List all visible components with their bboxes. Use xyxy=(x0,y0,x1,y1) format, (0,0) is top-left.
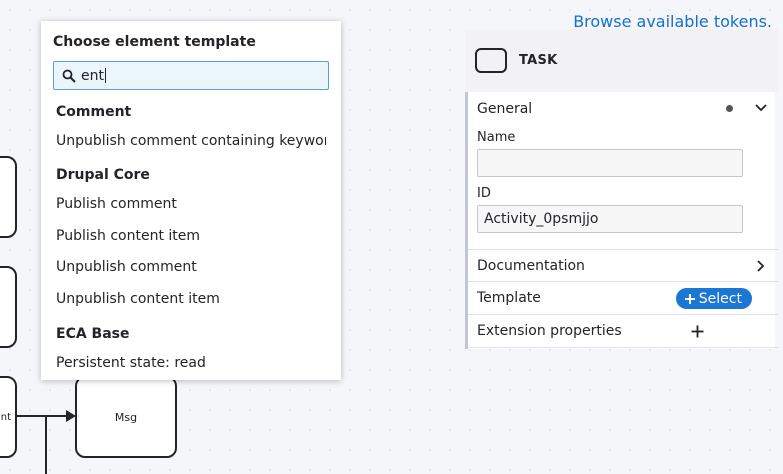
id-field[interactable]: Activity_0psmjjo xyxy=(477,205,743,233)
template-picker-title: Choose element template xyxy=(53,34,256,50)
template-entry[interactable]: Unpublish comment containing keywor... xyxy=(56,133,326,149)
name-field[interactable] xyxy=(477,149,743,177)
element-type-title: TASK xyxy=(519,53,558,68)
section-changed-indicator xyxy=(726,105,733,112)
section-extension-properties-label: Extension properties xyxy=(477,323,622,339)
task-label-fragment: nt xyxy=(0,411,11,423)
name-field-label: Name xyxy=(477,130,516,145)
template-search-input[interactable]: ent xyxy=(53,61,329,90)
msg-task-shape[interactable]: Msg xyxy=(75,376,177,458)
section-documentation-header[interactable]: Documentation xyxy=(468,249,778,282)
select-button-label: Select xyxy=(698,290,742,307)
add-extension-property-icon[interactable] xyxy=(691,325,704,338)
properties-panel-header: TASK xyxy=(465,29,778,92)
group-heading-eca-base: ECA Base xyxy=(56,326,130,342)
id-field-label: ID xyxy=(477,186,491,201)
template-picker-popup: Choose element template ent Comment Unpu… xyxy=(41,21,341,380)
section-general-label: General xyxy=(477,100,533,117)
select-template-button[interactable]: Select xyxy=(675,288,752,309)
properties-panel: TASK General Name ID Activity_0psmjjo Do… xyxy=(465,29,778,349)
plus-icon xyxy=(684,293,696,305)
task-shape-partial-1[interactable] xyxy=(0,156,17,238)
sequence-flow-horizontal[interactable] xyxy=(17,415,67,417)
template-search-value: ent xyxy=(81,67,104,84)
template-entry[interactable]: Unpublish content item xyxy=(56,291,326,307)
group-heading-drupal-core: Drupal Core xyxy=(56,167,150,183)
section-extension-properties-header[interactable]: Extension properties xyxy=(468,315,778,348)
text-caret xyxy=(104,68,106,83)
template-entry[interactable]: Persistent state: read xyxy=(56,355,326,371)
task-shape-partial-3[interactable]: nt xyxy=(0,376,17,458)
task-type-icon xyxy=(475,48,507,73)
search-icon xyxy=(62,69,76,83)
chevron-down-icon[interactable] xyxy=(754,103,768,113)
template-entry[interactable]: Unpublish comment xyxy=(56,259,326,275)
section-template-label: Template xyxy=(477,290,541,306)
sequence-flow-vertical[interactable] xyxy=(45,416,47,474)
template-entry[interactable]: Publish comment xyxy=(56,196,326,212)
msg-task-label: Msg xyxy=(114,410,138,424)
chevron-right-icon[interactable] xyxy=(756,259,766,273)
task-shape-partial-2[interactable] xyxy=(0,266,17,348)
template-entry[interactable]: Publish content item xyxy=(56,228,326,244)
section-documentation-label: Documentation xyxy=(477,257,585,274)
group-heading-comment: Comment xyxy=(56,104,132,120)
